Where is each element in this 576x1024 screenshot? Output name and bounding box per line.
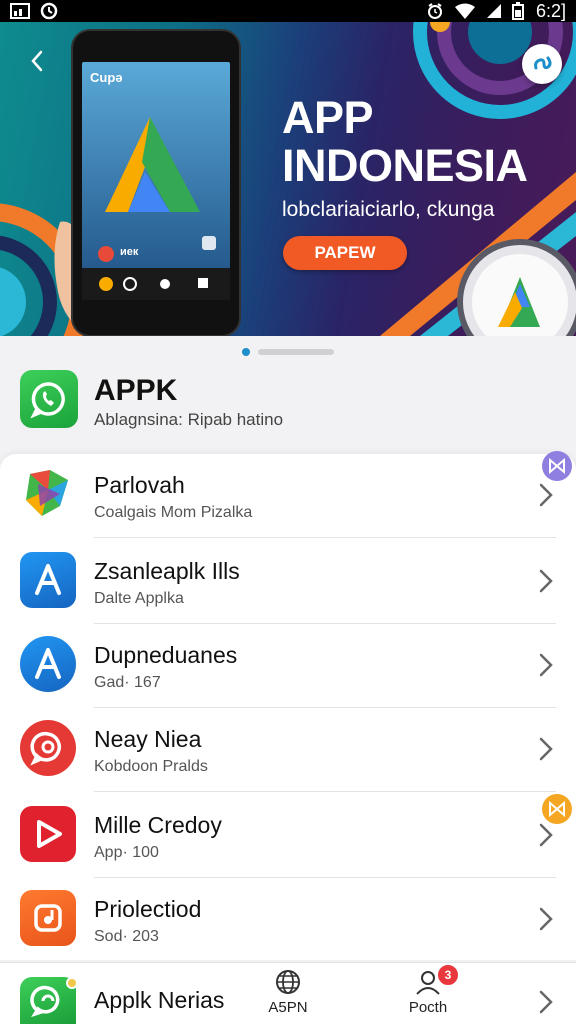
carousel-dot-active[interactable] bbox=[242, 348, 250, 356]
list-item[interactable]: Zsanleaplk Ills Dalte Applka bbox=[0, 540, 576, 624]
share-button[interactable] bbox=[522, 44, 562, 84]
list-item[interactable]: Parlovah Coalgais Mom Pizalka bbox=[0, 454, 576, 538]
list-item[interactable]: Priolectiod Sod· 203 bbox=[0, 878, 576, 962]
battery-icon bbox=[511, 2, 524, 20]
list-divider bbox=[94, 791, 556, 792]
app-store-circle-icon bbox=[20, 636, 76, 692]
chevron-left-icon bbox=[31, 50, 43, 72]
wifi-icon bbox=[454, 3, 476, 19]
list-divider bbox=[94, 537, 556, 538]
banner-cta-button[interactable]: PAPEW bbox=[283, 236, 407, 270]
app-store-icon bbox=[20, 552, 76, 608]
list-item-title: Dupneduanes bbox=[94, 642, 238, 668]
bowtie-badge-icon[interactable] bbox=[542, 794, 572, 824]
carousel-dot-inactive[interactable] bbox=[258, 349, 334, 355]
notification-count: 3 bbox=[444, 968, 452, 982]
phone-screen-label: Cupə bbox=[90, 70, 123, 85]
globe-icon bbox=[276, 970, 300, 994]
tab-a5pn[interactable]: A5PN bbox=[248, 969, 328, 1023]
back-button[interactable] bbox=[22, 46, 52, 76]
notification-badge: 3 bbox=[436, 963, 460, 987]
list-item-title: Parlovah bbox=[94, 472, 185, 498]
tab-label: Pocth bbox=[408, 999, 448, 1016]
promo-banner[interactable]: Cupə иек APP INDONESIA lobclariaiciarlo,… bbox=[0, 22, 576, 336]
list-item-subtitle: Dalte Applka bbox=[94, 590, 184, 607]
status-time: 6:2] bbox=[535, 0, 566, 21]
phone-widget-label: иек bbox=[120, 246, 139, 258]
chevron-right-icon bbox=[539, 653, 553, 677]
bottom-bar: Applk Nerias A5PN Pocth 3 bbox=[0, 962, 576, 1024]
list-item[interactable]: Mille Credoy App· 100 bbox=[0, 794, 576, 878]
chevron-right-icon bbox=[539, 823, 553, 847]
list-item-subtitle: App· 100 bbox=[94, 844, 159, 861]
tab-label: A5PN bbox=[268, 999, 308, 1016]
app-title: APPK bbox=[94, 374, 178, 407]
bowtie-badge-icon[interactable] bbox=[542, 451, 572, 481]
chevron-right-icon bbox=[539, 569, 553, 593]
list-item-title: Mille Credoy bbox=[94, 812, 222, 838]
image-notification-icon bbox=[10, 3, 30, 19]
status-bar: 6:2] bbox=[0, 0, 576, 22]
red-chat-icon bbox=[20, 720, 76, 776]
list-item-title: Zsanleaplk Ills bbox=[94, 558, 240, 584]
list-item-subtitle: Coalgais Mom Pizalka bbox=[94, 504, 253, 521]
chat-bubble-phone-icon bbox=[20, 370, 78, 428]
chevron-right-icon bbox=[539, 483, 553, 507]
list-item[interactable]: Dupneduanes Gad· 167 bbox=[0, 624, 576, 708]
orange-app-icon bbox=[20, 890, 76, 946]
banner-title: APP INDONESIA bbox=[282, 92, 528, 191]
bottom-app-label[interactable]: Applk Nerias bbox=[94, 987, 224, 1014]
carousel-indicator bbox=[0, 346, 576, 358]
banner-subtitle: lobclariaiciarlo, ckunga bbox=[282, 198, 495, 221]
list-item-title: Neay Niea bbox=[94, 726, 202, 752]
list-item-subtitle: Kobdoon Pralds bbox=[94, 758, 208, 775]
colorful-play-icon bbox=[20, 466, 76, 522]
app-header: APPK Ablagnsina: Ripab hatino bbox=[0, 362, 576, 452]
app-list: Parlovah Coalgais Mom Pizalka Zsanleaplk… bbox=[0, 454, 576, 960]
list-item-subtitle: Sod· 203 bbox=[94, 928, 159, 945]
chevron-right-icon bbox=[539, 907, 553, 931]
red-play-icon bbox=[20, 806, 76, 862]
chevron-right-icon bbox=[539, 737, 553, 761]
list-item-subtitle: Gad· 167 bbox=[94, 674, 161, 691]
alarm-icon bbox=[426, 2, 444, 20]
app-subtitle: Ablagnsina: Ripab hatino bbox=[94, 410, 284, 429]
link-icon bbox=[534, 56, 552, 70]
status-dot bbox=[66, 977, 78, 989]
signal-icon bbox=[486, 3, 502, 19]
list-item[interactable]: Neay Niea Kobdoon Pralds bbox=[0, 708, 576, 792]
list-item-title: Priolectiod bbox=[94, 896, 202, 922]
sync-notification-icon bbox=[40, 2, 58, 20]
chevron-right-icon[interactable] bbox=[538, 989, 554, 1015]
